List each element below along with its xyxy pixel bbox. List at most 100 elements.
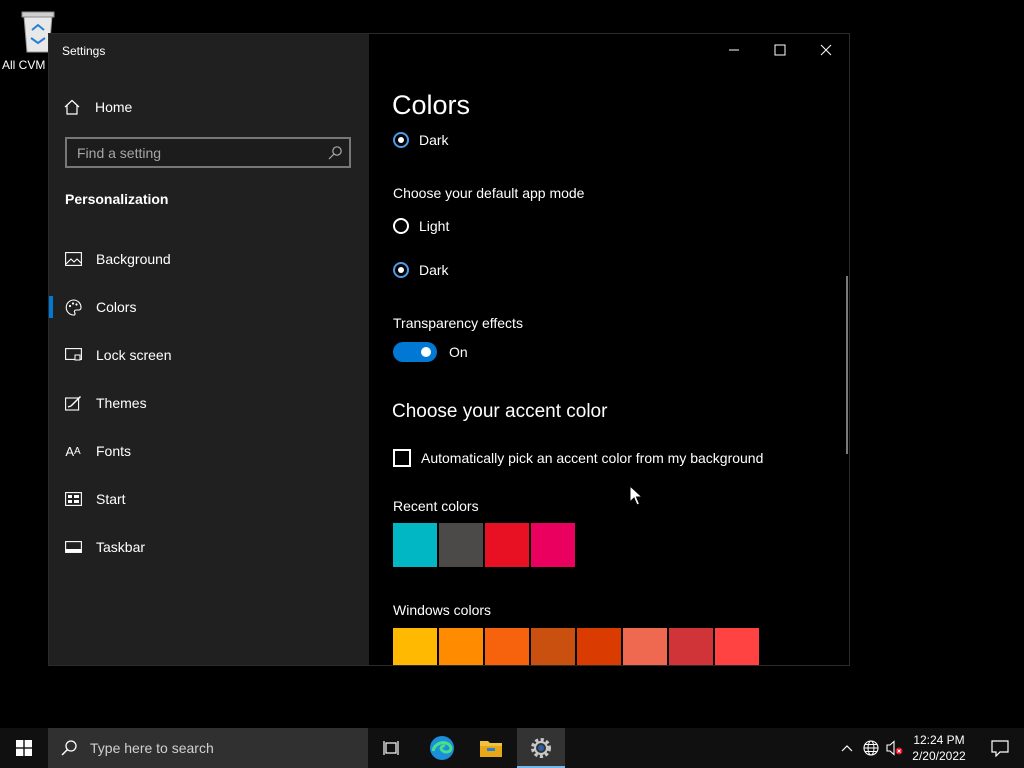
recent-color-swatch[interactable] [393, 523, 437, 567]
transparency-toggle[interactable]: On [393, 342, 468, 362]
sidebar-item-themes[interactable]: Themes [49, 379, 369, 427]
auto-accent-checkbox[interactable]: Automatically pick an accent color from … [393, 449, 763, 467]
recent-color-swatch[interactable] [439, 523, 483, 567]
windows-color-swatch[interactable] [531, 628, 575, 665]
sidebar-item-fonts[interactable]: AA Fonts [49, 427, 369, 475]
windows-logo-icon [16, 740, 32, 756]
show-hidden-icons-button[interactable] [838, 728, 856, 768]
taskbar-search-box[interactable]: Type here to search [48, 728, 368, 768]
mouse-cursor-icon [629, 485, 643, 506]
folder-icon [480, 741, 502, 757]
minimize-button[interactable] [711, 34, 757, 66]
checkbox-label: Automatically pick an accent color from … [421, 450, 764, 466]
sidebar-item-taskbar[interactable]: Taskbar [49, 523, 369, 571]
radio-label: Dark [419, 262, 449, 278]
home-icon [64, 99, 80, 115]
palette-icon [64, 298, 82, 316]
windows-color-swatch[interactable] [715, 628, 759, 665]
edge-button[interactable] [418, 728, 466, 768]
app-mode-light-radio[interactable]: Light [393, 216, 449, 236]
file-explorer-button[interactable] [467, 728, 515, 768]
globe-icon [863, 740, 879, 756]
sidebar-item-colors[interactable]: Colors [49, 283, 369, 331]
transparency-heading: Transparency effects [393, 315, 523, 331]
taskbar: Type here to search 12:24 PM 2/20/2022 [0, 728, 1024, 768]
app-mode-heading: Choose your default app mode [393, 185, 585, 201]
search-icon [61, 740, 77, 756]
sidebar-item-label: Fonts [96, 443, 132, 459]
window-title: Settings [62, 44, 106, 58]
toggle-switch [393, 342, 437, 362]
clock-time: 12:24 PM [913, 733, 965, 747]
recent-colors-grid [393, 523, 575, 567]
gear-icon [531, 738, 551, 758]
sidebar-item-label: Taskbar [96, 539, 146, 555]
sidebar-item-label: Themes [96, 395, 147, 411]
radio-label: Dark [419, 132, 449, 148]
lock-screen-icon [64, 346, 82, 364]
windows-mode-dark-radio[interactable]: Dark [393, 130, 449, 150]
sidebar-item-label: Colors [96, 299, 137, 315]
home-link[interactable]: Home [63, 96, 132, 118]
sidebar-item-lock-screen[interactable]: Lock screen [49, 331, 369, 379]
toggle-state: On [449, 344, 468, 360]
start-icon [64, 490, 82, 508]
scrollbar[interactable] [846, 276, 848, 454]
windows-color-swatch[interactable] [393, 628, 437, 665]
settings-taskbar-button[interactable] [517, 728, 565, 768]
radio-selected-indicator [393, 262, 409, 278]
accent-heading: Choose your accent color [392, 401, 608, 422]
sidebar-item-label: Background [96, 251, 171, 267]
windows-color-swatch[interactable] [439, 628, 483, 665]
clock[interactable]: 12:24 PM 2/20/2022 [904, 732, 974, 764]
settings-content: Colors Dark Choose your default app mode… [369, 34, 849, 665]
app-mode-dark-radio[interactable]: Dark [393, 260, 449, 280]
picture-icon [64, 250, 82, 268]
settings-window: Settings Home Personalization Background [48, 33, 850, 666]
windows-color-swatch[interactable] [485, 628, 529, 665]
close-button[interactable] [803, 34, 849, 66]
checkbox-box [393, 449, 411, 467]
page-title: Colors [392, 90, 471, 120]
recent-color-swatch[interactable] [531, 523, 575, 567]
search-icon [328, 146, 342, 160]
recycle-bin-label: All CVM Moderat [2, 58, 48, 72]
sidebar-item-label: Start [96, 491, 126, 507]
settings-sidebar: Settings Home Personalization Background [49, 34, 369, 665]
chevron-up-icon [841, 745, 853, 752]
sidebar-nav: Background Colors Lock screen Themes A A… [49, 235, 369, 571]
themes-icon [64, 394, 82, 412]
windows-color-swatch[interactable] [623, 628, 667, 665]
section-title: Personalization [65, 191, 169, 207]
sidebar-item-start[interactable]: Start [49, 475, 369, 523]
minimize-icon [729, 49, 739, 51]
recent-colors-heading: Recent colors [393, 498, 479, 514]
home-label: Home [95, 99, 133, 115]
start-button[interactable] [0, 728, 48, 768]
windows-color-swatch[interactable] [669, 628, 713, 665]
close-icon [820, 44, 832, 56]
windows-colors-heading: Windows colors [393, 602, 492, 618]
fonts-icon: AA [65, 443, 81, 459]
speaker-muted-icon [886, 740, 903, 756]
task-view-button[interactable] [368, 728, 416, 768]
notification-icon [991, 739, 1009, 757]
windows-color-swatch[interactable] [577, 628, 621, 665]
maximize-button[interactable] [757, 34, 803, 66]
radio-selected-indicator [393, 132, 409, 148]
edge-browser-icon [430, 736, 454, 760]
sidebar-item-background[interactable]: Background [49, 235, 369, 283]
action-center-button[interactable] [976, 728, 1024, 768]
windows-colors-grid [393, 628, 759, 665]
network-button[interactable] [860, 728, 882, 768]
taskbar-icon [64, 538, 82, 556]
find-setting-box[interactable] [65, 137, 351, 168]
radio-label: Light [419, 218, 450, 234]
sidebar-item-label: Lock screen [96, 347, 172, 363]
maximize-icon [774, 44, 786, 56]
find-setting-input[interactable] [67, 143, 319, 162]
taskbar-search-placeholder: Type here to search [90, 740, 214, 756]
recent-color-swatch[interactable] [485, 523, 529, 567]
volume-button[interactable] [884, 728, 906, 768]
task-view-icon [383, 741, 399, 755]
